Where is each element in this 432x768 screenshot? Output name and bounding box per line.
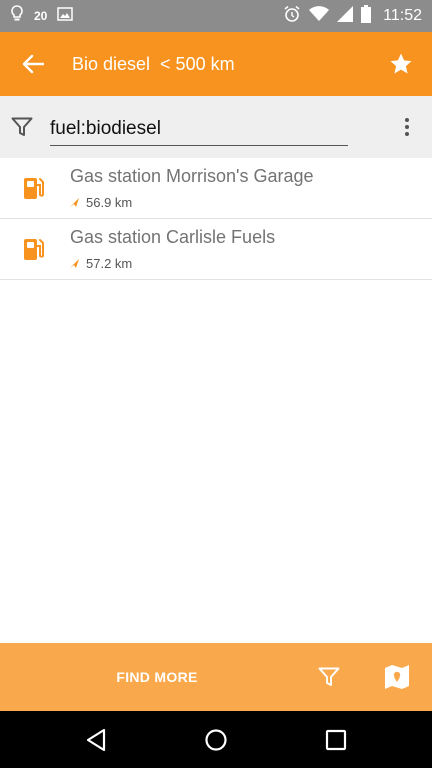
- filter-icon: [318, 667, 340, 686]
- nav-home-button[interactable]: [186, 721, 246, 759]
- overflow-menu-icon[interactable]: [396, 114, 418, 140]
- direction-arrow-icon: [70, 258, 79, 268]
- signal-icon: [337, 5, 354, 27]
- fuel-pump-icon: [24, 178, 44, 199]
- distance-label: 56.9 km: [86, 195, 133, 210]
- wifi-icon: [309, 5, 330, 27]
- page-title: Bio diesel < 500 km: [72, 53, 235, 74]
- result-distance: 56.9 km: [70, 195, 132, 210]
- filter-icon: [2, 96, 42, 158]
- distance-label: 57.2 km: [86, 256, 133, 271]
- result-name: Gas station Carlisle Fuels: [70, 227, 276, 247]
- nav-back-button[interactable]: [66, 721, 126, 759]
- recents-square-icon: [325, 729, 347, 751]
- notification-count: 20: [34, 9, 48, 23]
- filter-bar: [0, 96, 432, 158]
- toolbar: Bio diesel < 500 km: [0, 32, 432, 96]
- status-bar: 20 11:52: [0, 0, 432, 32]
- nav-recents-button[interactable]: [306, 721, 366, 759]
- home-circle-icon: [205, 729, 227, 751]
- result-distance: 57.2 km: [70, 256, 132, 271]
- fuel-pump-icon: [24, 239, 44, 260]
- navigation-bar: [0, 711, 432, 768]
- filter-input[interactable]: [50, 114, 348, 146]
- bottom-action-bar: FIND MORE: [0, 643, 432, 711]
- filter-button[interactable]: [306, 655, 352, 699]
- arrow-left-icon: [22, 54, 44, 74]
- lightbulb-icon: [10, 4, 24, 28]
- list-item[interactable]: Gas station Carlisle Fuels 57.2 km: [0, 219, 432, 280]
- image-icon: [57, 6, 74, 26]
- battery-icon: [361, 4, 372, 28]
- direction-arrow-icon: [70, 197, 79, 207]
- back-triangle-icon: [86, 728, 106, 752]
- back-button[interactable]: [0, 32, 66, 96]
- favorite-button[interactable]: [370, 32, 432, 96]
- map-button[interactable]: [374, 655, 420, 699]
- clock: 11:52: [383, 7, 422, 24]
- alarm-icon: [283, 5, 301, 28]
- result-name: Gas station Morrison's Garage: [70, 166, 314, 186]
- result-list: Gas station Morrison's Garage 56.9 km Ga…: [0, 158, 432, 280]
- find-more-button[interactable]: FIND MORE: [80, 643, 234, 711]
- list-item[interactable]: Gas station Morrison's Garage 56.9 km: [0, 158, 432, 219]
- star-icon: [390, 53, 412, 74]
- map-icon: [385, 665, 409, 689]
